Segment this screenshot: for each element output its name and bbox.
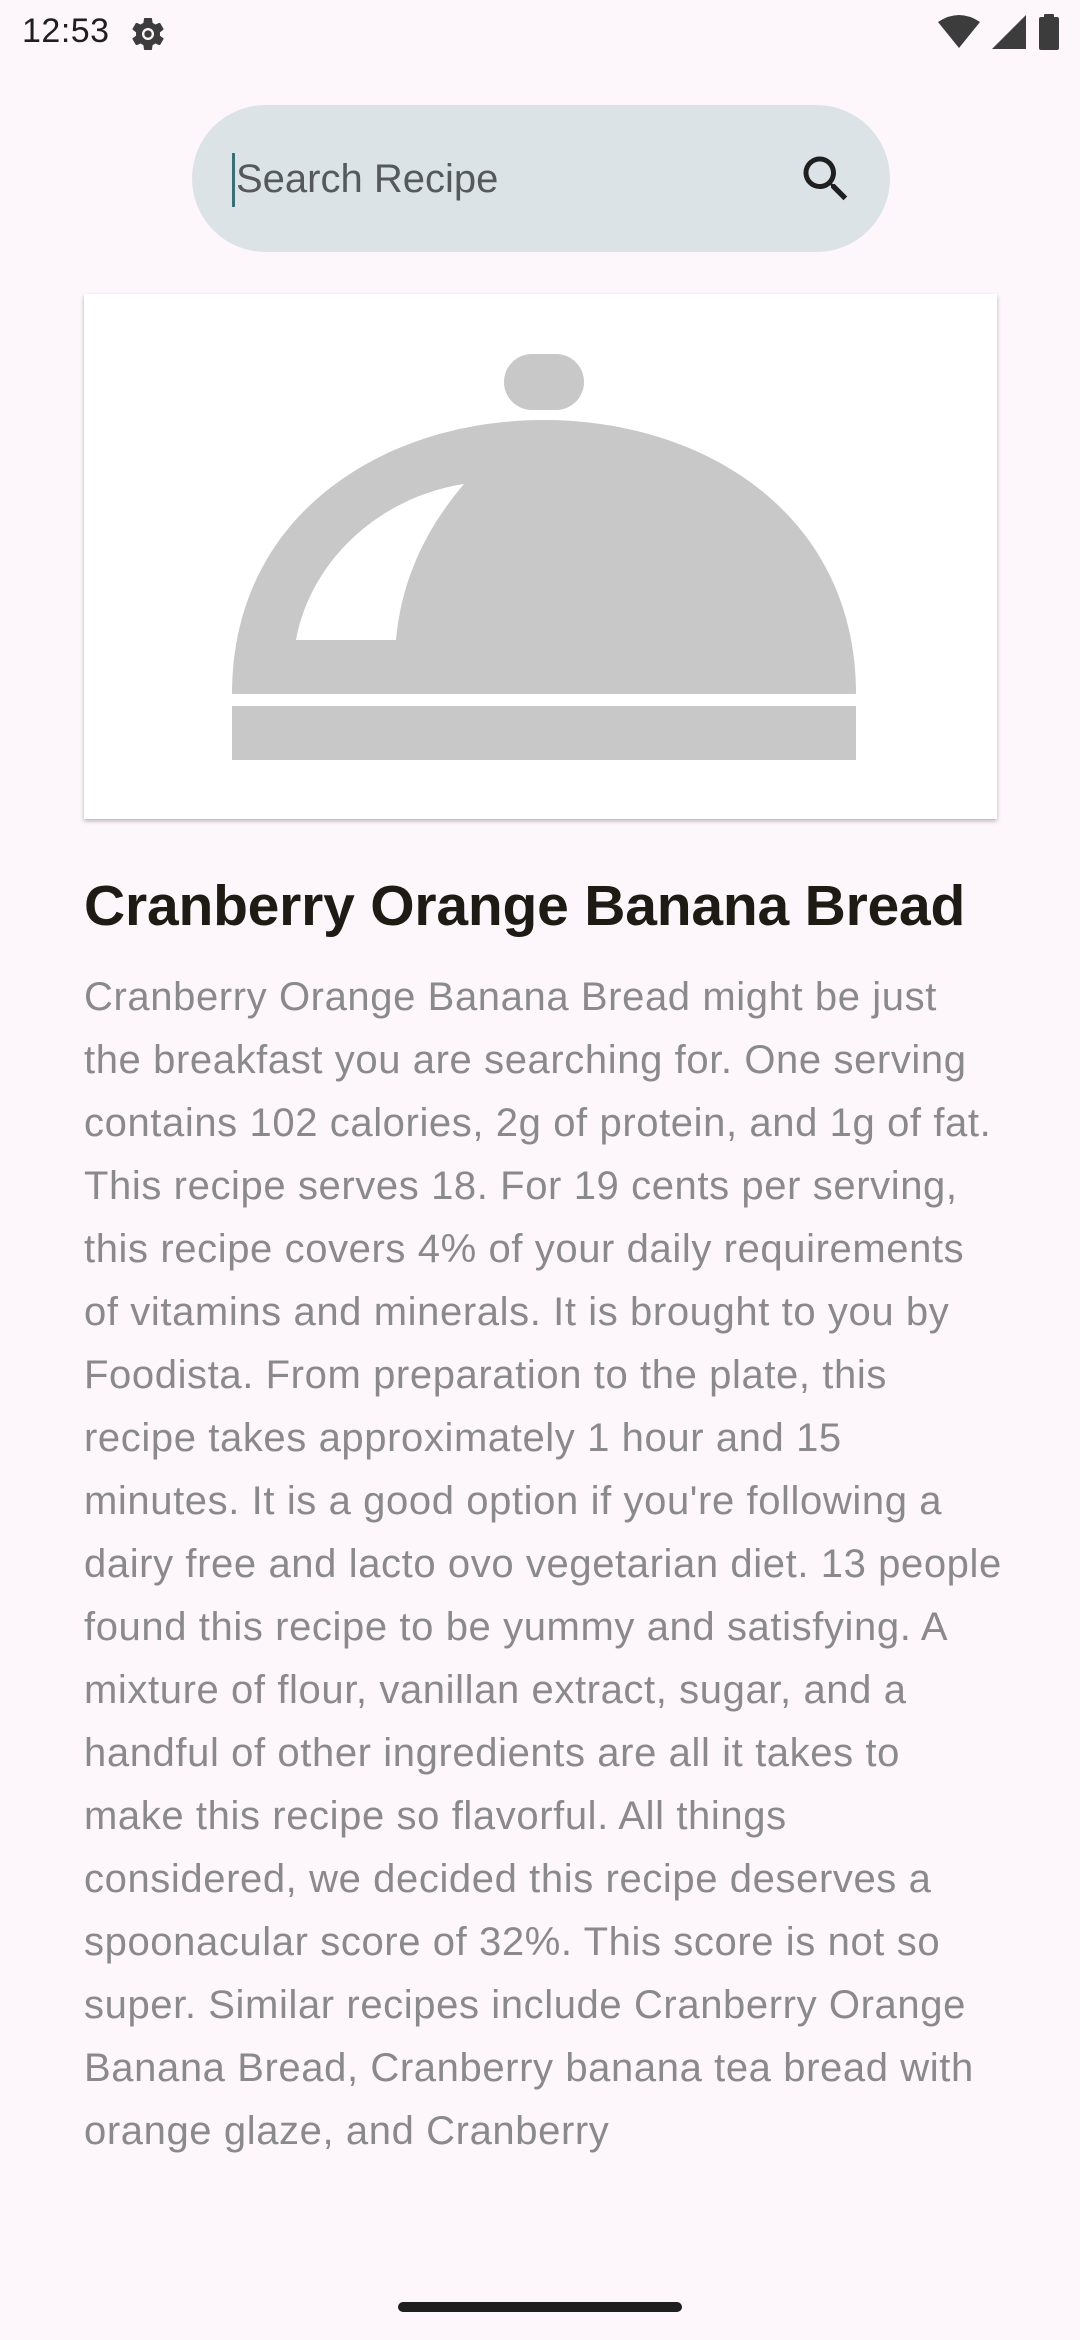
food-cloche-placeholder-icon [232, 354, 856, 760]
wifi-icon [938, 15, 980, 48]
settings-gear-icon [132, 17, 164, 50]
recipe-description: Cranberry Orange Banana Bread might be j… [84, 975, 1002, 2153]
recipe-title: Cranberry Orange Banana Bread [84, 874, 966, 938]
gesture-navigation-handle[interactable] [398, 2302, 682, 2312]
status-icons [938, 14, 1060, 50]
text-cursor [232, 153, 235, 207]
battery-icon [1039, 14, 1059, 50]
search-icon[interactable] [796, 149, 856, 209]
status-bar: 12:53 [0, 0, 1080, 64]
status-time: 12:53 [22, 12, 110, 50]
search-bar[interactable] [192, 105, 890, 252]
cellular-signal-icon [992, 15, 1026, 49]
recipe-image-card[interactable] [84, 294, 997, 819]
search-input[interactable] [236, 147, 736, 211]
